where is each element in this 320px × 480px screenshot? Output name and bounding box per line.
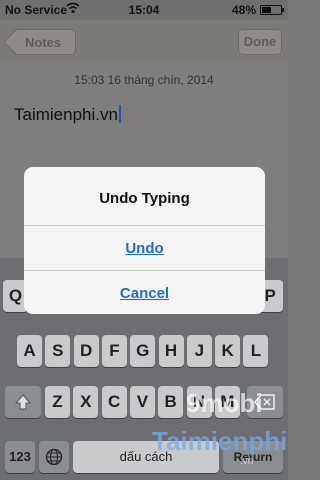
key-k[interactable]: K	[215, 335, 241, 367]
key-l[interactable]: L	[243, 335, 269, 367]
key-s[interactable]: S	[45, 335, 71, 367]
notes-nav-bar: Notes Done	[0, 20, 288, 62]
shift-key[interactable]	[5, 386, 41, 418]
watermark-logo: 9mobi Taimienphi .vn	[150, 386, 288, 470]
done-button[interactable]: Done	[238, 29, 282, 55]
alert-title: Undo Typing	[99, 190, 190, 207]
alert-divider	[24, 270, 265, 271]
battery-percent: 48%	[231, 3, 256, 17]
key-c[interactable]: C	[101, 386, 127, 418]
key-j[interactable]: J	[186, 335, 212, 367]
numbers-key[interactable]: 123	[5, 441, 35, 473]
note-text: Taimienphi.vn	[14, 105, 118, 124]
undo-typing-alert: Undo Typing Undo Cancel	[24, 167, 265, 314]
watermark-line-1: 9mobi	[186, 388, 263, 418]
status-bar: No Service 15:04 48%	[0, 0, 288, 20]
key-d[interactable]: D	[73, 335, 99, 367]
shift-icon	[14, 394, 32, 410]
cancel-button[interactable]: Cancel	[24, 285, 265, 302]
key-g[interactable]: G	[130, 335, 156, 367]
alert-divider	[24, 225, 265, 226]
key-x[interactable]: X	[73, 386, 99, 418]
watermark-line-3: .vn	[240, 456, 254, 467]
globe-icon	[45, 448, 63, 466]
back-button-label: Notes	[25, 35, 62, 50]
notes-back-button[interactable]: Notes	[3, 29, 76, 55]
key-z[interactable]: Z	[45, 386, 70, 418]
note-date: 15:03 16 tháng chín, 2014	[74, 73, 214, 87]
key-a[interactable]: A	[17, 335, 42, 367]
globe-key[interactable]	[39, 441, 69, 473]
key-h[interactable]: H	[158, 335, 184, 367]
key-f[interactable]: F	[101, 335, 127, 367]
watermark-line-2: Taimienphi	[152, 426, 288, 456]
note-text-area[interactable]: Taimienphi.vn	[14, 105, 121, 125]
text-caret	[118, 105, 121, 123]
battery-icon	[260, 5, 284, 15]
undo-button[interactable]: Undo	[24, 240, 265, 257]
battery-fill	[262, 7, 271, 13]
